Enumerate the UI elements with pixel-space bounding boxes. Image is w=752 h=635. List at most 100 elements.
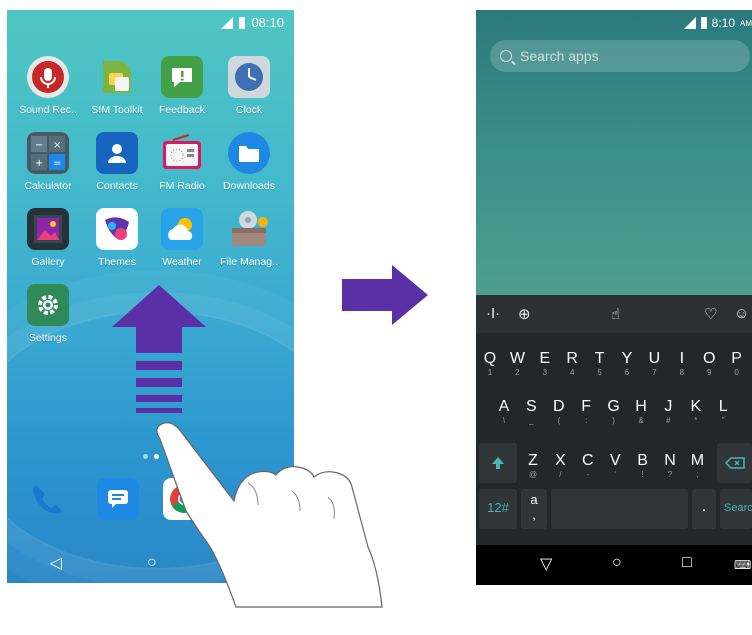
back-button[interactable]: ▽ (540, 554, 552, 574)
backspace-key[interactable] (717, 443, 752, 483)
app-label: Sound Rec.. (19, 104, 77, 116)
search-icon (500, 50, 512, 62)
back-button[interactable]: ◁ (50, 553, 62, 573)
key-sublabel: ) (612, 416, 615, 425)
shift-key[interactable] (479, 443, 517, 483)
period-key[interactable]: . (692, 489, 716, 529)
themes-icon (96, 208, 138, 250)
key-q[interactable]: Q1 (477, 341, 503, 381)
key-i[interactable]: I8 (669, 341, 695, 381)
folder-icon (228, 132, 270, 174)
text-cursor-icon[interactable]: ·I· (486, 305, 500, 322)
search-key[interactable]: Search (720, 489, 752, 529)
key-sublabel: @ (528, 470, 538, 479)
app-fm-radio[interactable]: FM Radio (146, 132, 218, 192)
status-bar: 08:10 (7, 10, 294, 34)
gallery-icon (27, 208, 69, 250)
key-sublabel: 3 (542, 368, 548, 377)
key-e[interactable]: E3 (532, 341, 558, 381)
key-y[interactable]: Y6 (614, 341, 640, 381)
key-label: L (718, 398, 728, 415)
key-t[interactable]: T5 (587, 341, 613, 381)
app-weather[interactable]: Weather (146, 208, 218, 268)
emoji-icon[interactable]: ☺ (734, 305, 749, 322)
chrome-icon[interactable] (163, 478, 205, 520)
key-label: I (679, 350, 685, 367)
key-r[interactable]: R4 (559, 341, 585, 381)
app-label: Feedback (158, 104, 206, 116)
app-calculator[interactable]: − × + = Calculator (12, 132, 84, 192)
key-label: Z (528, 452, 538, 469)
svg-text:=: = (53, 158, 61, 169)
key-sublabel: \ (502, 416, 506, 425)
key-j[interactable]: J # (655, 389, 681, 429)
app-sound-recorder[interactable]: Sound Rec.. (12, 56, 84, 116)
app-downloads[interactable]: Downloads (213, 132, 285, 192)
key-w[interactable]: W2 (504, 341, 530, 381)
key-label: A (498, 398, 510, 415)
space-key[interactable] (551, 489, 688, 529)
key-s[interactable]: S _ (518, 389, 544, 429)
key-c[interactable]: C- (575, 443, 601, 483)
home-button[interactable]: ○ (612, 554, 622, 572)
app-label: Themes (98, 256, 136, 268)
key-sublabel: 9 (706, 368, 712, 377)
symbols-key[interactable]: 12# (479, 489, 517, 529)
messages-icon[interactable] (97, 478, 139, 520)
language-key[interactable]: a , (521, 489, 547, 529)
recents-button[interactable]: □ (682, 554, 692, 572)
sim-card-icon (96, 56, 138, 98)
swipe-up-arrow-icon (112, 285, 206, 413)
app-gallery[interactable]: Gallery (12, 208, 84, 268)
weather-icon (161, 208, 203, 250)
app-file-manager[interactable]: File Manag.. (213, 208, 285, 268)
app-clock[interactable]: Clock (213, 56, 285, 116)
app-sim-toolkit[interactable]: SIM Toolkit (81, 56, 153, 116)
app-themes[interactable]: Themes (81, 208, 153, 268)
phone-icon[interactable] (25, 478, 67, 520)
key-sublabel: * (694, 416, 698, 425)
home-screen: 08:10 Sound Rec.. SIM Toolkit Feedback C… (7, 10, 294, 583)
key-o[interactable]: O9 (696, 341, 722, 381)
contacts-icon (96, 132, 138, 174)
camera-icon[interactable] (229, 478, 271, 520)
search-placeholder: Search apps (520, 48, 599, 64)
key-h[interactable]: H & (628, 389, 654, 429)
app-feedback[interactable]: Feedback (146, 56, 218, 116)
key-k[interactable]: K * (683, 389, 709, 429)
key-g[interactable]: G) (601, 389, 627, 429)
key-b[interactable]: B! (630, 443, 656, 483)
key-f[interactable]: F: (573, 389, 599, 429)
key-a[interactable]: A \ (491, 389, 517, 429)
key-v[interactable]: V ' (602, 443, 628, 483)
key-p[interactable]: P0 (724, 341, 750, 381)
theme-shirt-icon[interactable]: ♡ (704, 305, 717, 323)
search-apps-input[interactable]: Search apps (490, 40, 750, 72)
gesture-icon[interactable]: ☝ (611, 305, 620, 323)
microphone-icon (27, 56, 69, 98)
app-contacts[interactable]: Contacts (81, 132, 153, 192)
key-z[interactable]: Z @ (520, 443, 546, 483)
key-l[interactable]: L " (710, 389, 736, 429)
key-n[interactable]: N? (657, 443, 683, 483)
key-label: Y (621, 350, 633, 367)
home-button[interactable]: ○ (147, 554, 157, 572)
key-u[interactable]: U7 (641, 341, 667, 381)
file-manager-icon (228, 208, 270, 250)
globe-icon[interactable]: ⊕ (518, 305, 531, 323)
page-dot-active (154, 454, 159, 459)
soft-keyboard: ·I· ⊕ ☝ ♡ ☺ Q1W2E3R4T5Y6U7I8O9P0 A \ S _ D(F… (476, 295, 752, 545)
key-label: O (702, 350, 716, 367)
key-sublabel: - (586, 470, 590, 479)
key-x[interactable]: X / (547, 443, 573, 483)
key-sublabel: # (666, 416, 671, 425)
key-sublabel: 7 (652, 368, 657, 377)
app-settings[interactable]: Settings (12, 284, 84, 344)
key-d[interactable]: D( (546, 389, 572, 429)
app-label: Calculator (24, 180, 72, 192)
key-m[interactable]: M; (684, 443, 710, 483)
recents-button[interactable]: □ (242, 554, 252, 572)
app-drawer-screen: 8:10 AM Search apps ·I· ⊕ ☝ ♡ ☺ Q1W2E3R4… (476, 10, 752, 585)
key-sublabel: 2 (515, 368, 520, 377)
keyboard-switch-icon[interactable]: ⌨ (734, 558, 751, 572)
